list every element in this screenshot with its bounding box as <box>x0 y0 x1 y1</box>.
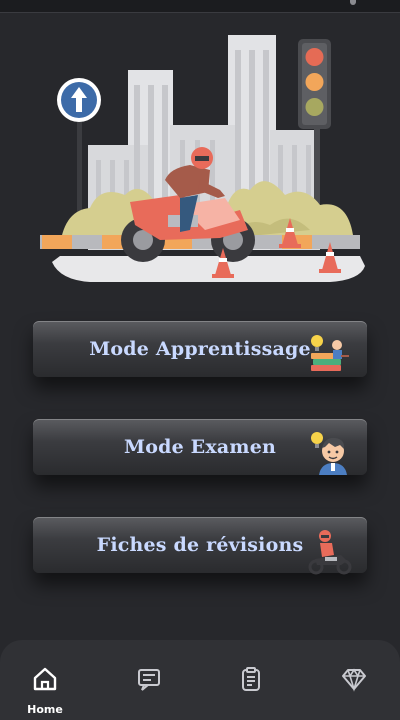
clipboard-icon <box>242 667 260 691</box>
status-bar <box>0 0 400 13</box>
mode-examen-label: Mode Examen <box>123 436 277 458</box>
mode-examen-button[interactable]: Mode Examen <box>33 419 367 475</box>
diamond-icon <box>342 668 366 692</box>
motorcyclist-icon <box>308 530 352 575</box>
chat-icon <box>138 669 160 691</box>
student-lightbulb-icon <box>311 432 347 475</box>
nav-chat[interactable] <box>119 640 179 711</box>
nav-home[interactable]: Home <box>15 640 75 716</box>
nav-home-label: Home <box>27 703 63 716</box>
home-icon <box>33 667 57 691</box>
fiches-de-revisions-button[interactable]: Fiches de révisions <box>33 517 367 575</box>
nav-premium[interactable] <box>324 640 384 711</box>
mode-apprentissage-button[interactable]: Mode Apprentissage <box>33 321 367 377</box>
motorcycle-hero-illustration <box>40 35 365 282</box>
nav-clipboard[interactable] <box>221 640 281 711</box>
fiches-de-revisions-label: Fiches de révisions <box>96 534 304 556</box>
books-lightbulb-icon <box>311 335 349 371</box>
status-indicator <box>350 0 356 5</box>
bottom-navigation-bar: Home <box>0 640 400 720</box>
mode-apprentissage-label: Mode Apprentissage <box>89 338 311 360</box>
